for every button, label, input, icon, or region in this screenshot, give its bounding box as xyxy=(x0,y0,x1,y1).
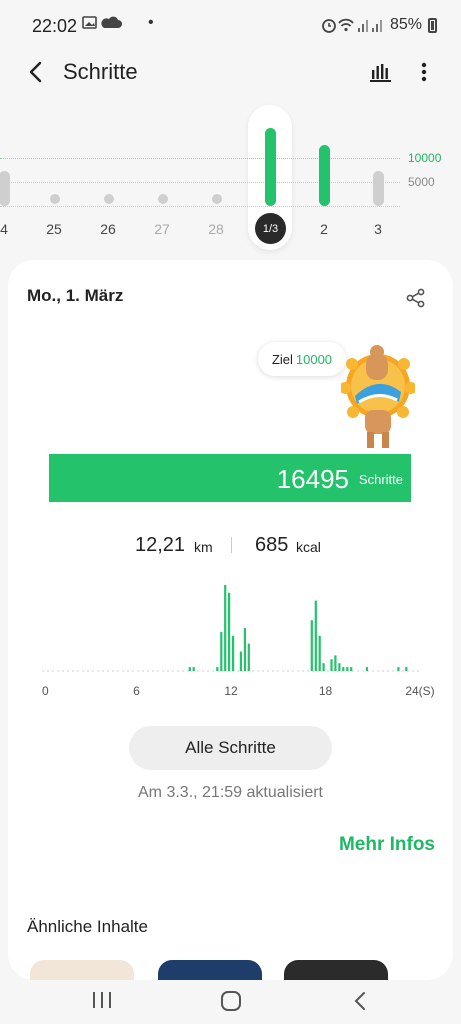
hourly-steps-bar xyxy=(322,663,325,671)
day-column[interactable]: 28 xyxy=(196,105,236,245)
battery-icon xyxy=(428,17,437,33)
day-label: 26 xyxy=(100,221,116,237)
hourly-steps-bar xyxy=(405,667,408,671)
app-header: Schritte xyxy=(0,52,461,94)
hourly-steps-bar xyxy=(338,663,341,671)
day-no-data-dot xyxy=(104,194,114,204)
hourly-steps-bar xyxy=(220,631,223,671)
day-column[interactable]: 1/3 xyxy=(250,105,290,245)
day-no-data-dot xyxy=(158,194,168,204)
x-tick-label: 6 xyxy=(133,684,140,698)
goal-bubble: Ziel 10000 xyxy=(258,342,346,376)
stats-divider xyxy=(231,537,232,553)
battery-percent: 85% xyxy=(389,16,422,33)
day-column[interactable]: 2 xyxy=(304,105,344,245)
hourly-steps-bar xyxy=(318,635,321,671)
last-updated-text: Am 3.3., 21:59 aktualisiert xyxy=(138,784,323,801)
bar-chart-icon xyxy=(370,64,391,82)
day-column[interactable]: 3 xyxy=(358,105,398,245)
status-bar: 22:02 • 85% xyxy=(0,0,461,52)
hourly-steps-bar xyxy=(192,667,195,671)
day-label: 27 xyxy=(154,221,170,237)
hourly-steps-bar xyxy=(330,659,333,671)
distance-unit: km xyxy=(194,539,213,555)
recent-apps-icon[interactable] xyxy=(90,990,114,1010)
x-tick-label: 24(S) xyxy=(405,684,434,698)
day-label: 28 xyxy=(208,221,224,237)
hourly-steps-bar xyxy=(247,643,250,671)
hourly-steps-bar xyxy=(228,592,231,671)
day-steps-bar xyxy=(0,171,10,206)
day-column[interactable]: 26 xyxy=(88,105,128,245)
notification-dot: • xyxy=(148,14,154,31)
hourly-steps-bar xyxy=(346,667,349,671)
day-label: 4 xyxy=(0,221,8,237)
day-label: 25 xyxy=(46,221,62,237)
share-icon xyxy=(406,288,425,308)
all-steps-button[interactable]: Alle Schritte xyxy=(129,726,332,770)
hourly-steps-bar xyxy=(350,667,353,671)
notification-icons xyxy=(82,15,124,35)
more-vertical-icon xyxy=(421,62,427,82)
chevron-left-icon xyxy=(29,61,42,83)
more-info-link[interactable]: Mehr Infos xyxy=(339,834,435,856)
calories-value: 685 xyxy=(255,534,289,556)
sun-mascot-illustration xyxy=(341,345,415,448)
day-steps-bar xyxy=(319,145,330,206)
day-steps-bar xyxy=(265,128,276,206)
hourly-steps-bar xyxy=(310,620,313,671)
distance-value: 12,21 xyxy=(135,534,186,556)
selected-date: Mo., 1. März xyxy=(27,286,124,305)
x-tick-label: 0 xyxy=(42,684,49,698)
goal-prefix: Ziel xyxy=(271,351,293,367)
goal-value: 10000 xyxy=(295,351,333,367)
hourly-steps-bar xyxy=(232,635,235,671)
similar-content-heading: Ähnliche Inhalte xyxy=(27,917,148,936)
x-tick-label: 12 xyxy=(224,684,238,698)
share-button[interactable] xyxy=(406,288,430,312)
goal-label: 10000 xyxy=(408,151,442,165)
day-label: 3 xyxy=(374,221,382,237)
calories-unit: kcal xyxy=(296,539,321,555)
image-cloud-icon xyxy=(82,16,122,29)
day-no-data-dot xyxy=(212,194,222,204)
hourly-steps-bar xyxy=(188,667,191,671)
more-options-button[interactable] xyxy=(412,56,436,88)
back-nav-icon[interactable] xyxy=(350,990,370,1012)
x-tick-label: 18 xyxy=(319,684,333,698)
steps-value: 16495 xyxy=(276,464,349,494)
steps-unit: Schritte xyxy=(358,472,403,487)
selected-day-label: 1/3 xyxy=(255,213,286,244)
hourly-steps-bar xyxy=(365,667,368,671)
hourly-steps-bar xyxy=(334,655,337,671)
system-nav-bar xyxy=(0,980,461,1024)
hourly-steps-chart: 0 6 12 18 24(S) xyxy=(42,585,435,698)
hourly-steps-bar xyxy=(397,667,400,671)
day-label: 2 xyxy=(320,221,328,237)
steps-progress-bar: 16495 Schritte xyxy=(49,454,411,502)
alarm-wifi-signal-icons xyxy=(322,18,382,33)
home-icon[interactable] xyxy=(220,990,242,1012)
half-goal-label: 5000 xyxy=(408,175,435,189)
hourly-steps-bar xyxy=(243,628,246,671)
daily-summary-card: Mo., 1. März Ziel 10000 16495 Schritte 1… xyxy=(8,260,453,990)
hourly-steps-bar xyxy=(224,585,227,671)
status-time: 22:02 xyxy=(32,16,78,36)
day-column[interactable]: 4 xyxy=(0,105,24,245)
stats-row: 12,21 km 685 kcal xyxy=(8,534,453,558)
day-column[interactable]: 25 xyxy=(34,105,74,245)
trends-button[interactable] xyxy=(366,56,396,88)
page-title: Schritte xyxy=(63,59,138,84)
hourly-steps-bar xyxy=(314,600,317,671)
hourly-steps-bar xyxy=(342,667,345,671)
day-column[interactable]: 27 xyxy=(142,105,182,245)
hourly-steps-bar xyxy=(239,651,242,671)
back-button[interactable] xyxy=(18,54,54,90)
day-no-data-dot xyxy=(50,194,60,204)
status-right: 85% xyxy=(322,16,437,34)
day-steps-bar xyxy=(373,171,384,206)
day-selector: 10000 5000 4 25 26 27 28 1/3 2 3 xyxy=(0,105,461,255)
hourly-steps-bar xyxy=(216,667,219,671)
